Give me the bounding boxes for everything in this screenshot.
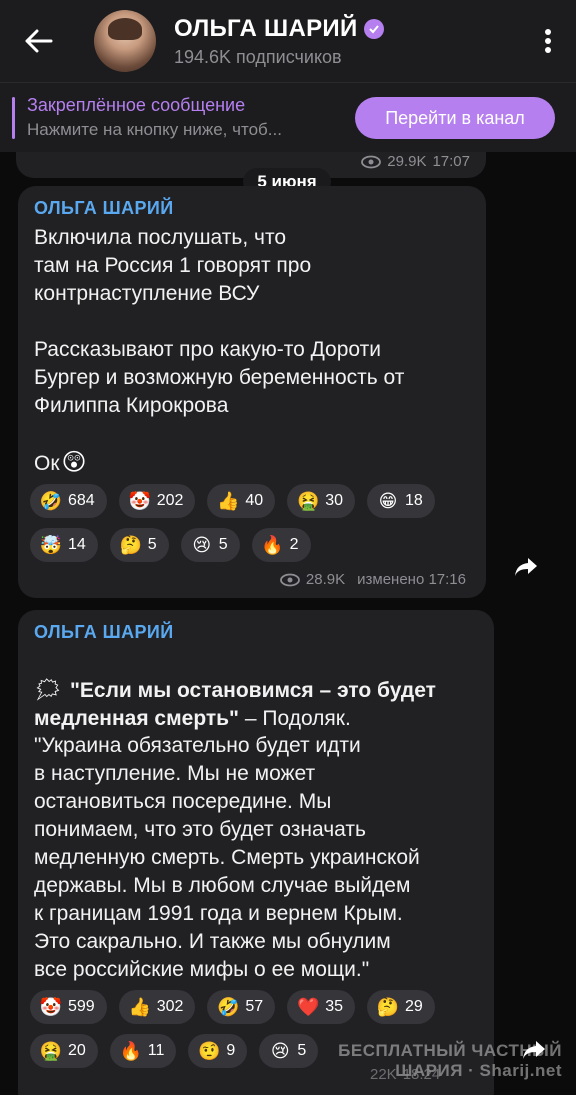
message-time: 17:07 (432, 153, 470, 170)
reaction-count: 35 (325, 998, 343, 1015)
reaction-count: 29 (405, 998, 423, 1015)
message-bubble[interactable]: ОЛЬГА ШАРИЙ 🗯 "Если мы остановимся – это … (18, 610, 494, 1095)
reaction-count: 14 (68, 536, 86, 553)
pinned-message-bar[interactable]: Закреплённое сообщение Нажмите на кнопку… (0, 82, 576, 152)
reaction-count: 9 (226, 1042, 236, 1059)
reaction-count: 57 (245, 998, 264, 1015)
eye-icon (280, 573, 300, 586)
speech-emoji-icon: 🗯 (34, 677, 62, 702)
message-time: 18:24 (402, 1066, 441, 1083)
reaction-chip[interactable]: 👍 302 (118, 990, 196, 1024)
verified-badge-icon (363, 18, 384, 39)
reaction-count: 20 (68, 1042, 86, 1059)
channel-title-block[interactable]: ОЛЬГА ШАРИЙ 194.6K подписчиков (174, 15, 520, 68)
reaction-emoji-icon: 🤮 (39, 1041, 63, 1061)
reaction-chip[interactable]: 🤯 14 (30, 528, 98, 562)
message-text: "Украина обязательно будет идти в наступ… (34, 734, 420, 981)
channel-avatar[interactable] (94, 10, 156, 72)
reaction-count: 599 (68, 998, 95, 1015)
share-button[interactable] (516, 1032, 552, 1068)
reaction-emoji-icon: 👍 (128, 997, 151, 1017)
message-bubble[interactable]: ОЛЬГА ШАРИЙ Включила послушать, что там … (18, 186, 486, 598)
reaction-count: 18 (405, 492, 423, 509)
pinned-preview: Нажмите на кнопку ниже, чтоб... (27, 120, 282, 139)
reaction-emoji-icon: 😢 (192, 535, 212, 555)
back-button[interactable] (0, 0, 78, 82)
reaction-count: 30 (325, 492, 343, 509)
reaction-chip[interactable]: 😢 5 (180, 528, 240, 562)
reaction-count: 302 (156, 998, 184, 1015)
reaction-emoji-icon: 😁 (378, 491, 398, 511)
reaction-emoji-icon: 🤨 (198, 1041, 221, 1061)
share-button[interactable] (508, 549, 544, 585)
reaction-emoji-icon: ❤️ (296, 997, 320, 1017)
reaction-emoji-icon: 🤣 (217, 997, 240, 1017)
reaction-chip[interactable]: 🤨 9 (188, 1034, 248, 1068)
reaction-chip[interactable]: 😁 18 (367, 484, 435, 518)
shocked-emoji-icon: 😲 (61, 449, 87, 476)
share-arrow-icon (515, 558, 537, 576)
reaction-count: 2 (289, 536, 299, 553)
reaction-emoji-icon: 😢 (270, 1041, 290, 1061)
quote-attribution: – Подоляк. (239, 707, 351, 730)
reaction-bar: 🤣 684 🤡 202 👍 40 🤮 30 😁 18 🤯 14 🤔 5 😢 5 🔥 2 (30, 484, 480, 562)
reaction-emoji-icon: 🔥 (261, 535, 284, 555)
reaction-emoji-icon: 🔥 (119, 1041, 142, 1061)
subscriber-count: 194.6K подписчиков (174, 46, 342, 67)
reaction-chip[interactable]: 🤡 599 (30, 990, 107, 1024)
message-text: Включила послушать, что там на Россия 1 … (34, 226, 405, 475)
reaction-chip[interactable]: 🔥 2 (251, 528, 311, 562)
reaction-emoji-icon: 🤔 (119, 535, 142, 555)
reaction-count: 5 (297, 1042, 307, 1059)
reaction-emoji-icon: 🤯 (39, 535, 63, 555)
message-list[interactable]: 29.9K 17:07 5 июня ОЛЬГА ШАРИЙ Включила … (0, 152, 576, 1095)
reaction-count: 684 (68, 492, 95, 509)
reaction-count: 5 (147, 536, 157, 553)
pinned-title: Закреплённое сообщение (27, 95, 246, 115)
reaction-count: 5 (218, 536, 228, 553)
reaction-count: 202 (156, 492, 184, 509)
more-menu-button[interactable] (520, 0, 576, 82)
chat-header: ОЛЬГА ШАРИЙ 194.6K подписчиков (0, 0, 576, 82)
pinned-indicator (12, 96, 15, 139)
channel-name: ОЛЬГА ШАРИЙ (174, 14, 358, 42)
eye-icon (361, 155, 382, 168)
share-arrow-icon (523, 1041, 545, 1059)
view-count: 22K (370, 1066, 397, 1083)
reaction-emoji-icon: 🤮 (296, 491, 320, 511)
reaction-count: 11 (147, 1042, 165, 1059)
reaction-chip[interactable]: 🤡 202 (118, 484, 196, 518)
message-sender: ОЛЬГА ШАРИЙ (34, 622, 174, 642)
reaction-chip[interactable]: 🤣 57 (207, 990, 276, 1024)
go-to-channel-button[interactable]: Перейти в канал (355, 97, 555, 139)
reaction-chip[interactable]: ❤️ 35 (287, 990, 355, 1024)
reaction-emoji-icon: 🤡 (128, 491, 151, 511)
arrow-left-icon (25, 29, 53, 53)
reaction-chip[interactable]: 😢 5 (259, 1034, 319, 1068)
message-sender: ОЛЬГА ШАРИЙ (34, 198, 174, 218)
reaction-emoji-icon: 🤡 (39, 997, 63, 1017)
reaction-chip[interactable]: 🤣 684 (30, 484, 107, 518)
reaction-chip[interactable]: 🤔 29 (367, 990, 435, 1024)
reaction-chip[interactable]: 🔥 11 (109, 1034, 177, 1068)
reaction-count: 40 (245, 492, 264, 509)
reaction-chip[interactable]: 🤔 5 (109, 528, 169, 562)
reaction-chip[interactable]: 🤮 20 (30, 1034, 98, 1068)
reaction-emoji-icon: 🤔 (376, 997, 400, 1017)
reaction-emoji-icon: 👍 (217, 491, 240, 511)
reaction-emoji-icon: 🤣 (39, 491, 63, 511)
reaction-chip[interactable]: 🤮 30 (287, 484, 355, 518)
view-count: 29.9K (387, 153, 427, 170)
more-vertical-icon (545, 29, 551, 53)
edited-time: изменено 17:16 (357, 571, 466, 588)
view-count: 28.9K (305, 571, 346, 588)
quote-bold-text: "Если мы остановимся – это будет медленн… (34, 679, 436, 730)
reaction-chip[interactable]: 👍 40 (207, 484, 276, 518)
